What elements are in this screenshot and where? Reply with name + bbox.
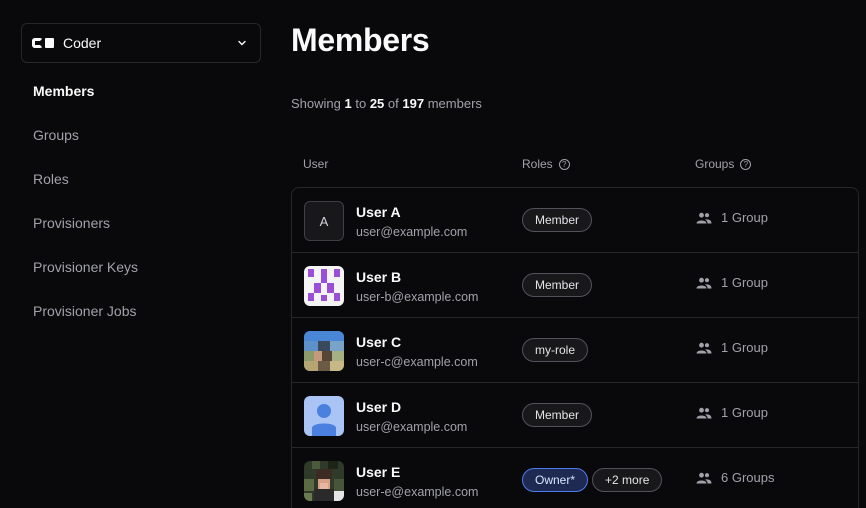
org-name: Coder [63, 35, 102, 51]
help-icon[interactable]: ? [740, 158, 752, 170]
sidebar-item-groups[interactable]: Groups [21, 113, 261, 157]
role-pill[interactable]: Member [522, 208, 593, 232]
column-header-user: User [303, 157, 329, 171]
org-selector[interactable]: Coder [21, 23, 261, 63]
sidebar-item-provisioners[interactable]: Provisioners [21, 201, 261, 245]
group-icon [696, 342, 712, 353]
table-row: User D user@example.com Member 1 Group [292, 383, 858, 448]
groups-cell[interactable]: 6 Groups [696, 470, 774, 485]
user-email: user-e@example.com [356, 485, 479, 499]
groups-count: 6 Groups [721, 470, 775, 485]
groups-count: 1 Group [721, 340, 768, 355]
group-icon [696, 472, 712, 483]
page-title: Members [291, 22, 430, 58]
members-table: A User A user@example.com Member 1 Group… [291, 187, 859, 508]
table-row: User C user-c@example.com my-role 1 Grou… [292, 318, 858, 383]
role-pill[interactable]: my-role [522, 338, 589, 362]
more-roles-pill[interactable]: +2 more [592, 468, 663, 492]
table-row: A User A user@example.com Member 1 Group [292, 188, 858, 253]
role-pill[interactable]: Member [522, 403, 593, 427]
help-icon[interactable]: ? [558, 158, 570, 170]
user-email: user-b@example.com [356, 290, 479, 304]
user-name: User D [356, 399, 402, 415]
coder-logo-icon [32, 38, 54, 48]
avatar [304, 396, 344, 436]
user-name: User E [356, 464, 401, 480]
groups-cell[interactable]: 1 Group [696, 275, 768, 290]
user-name: User C [356, 334, 402, 350]
avatar [304, 266, 344, 306]
user-name: User B [356, 269, 402, 285]
groups-count: 1 Group [721, 210, 768, 225]
pagination-summary: Showing 1 to 25 of 197 members [291, 96, 482, 111]
sidebar-item-provisioner-keys[interactable]: Provisioner Keys [21, 245, 261, 289]
table-row: User B user-b@example.com Member 1 Group [292, 253, 858, 318]
sidebar-item-roles[interactable]: Roles [21, 157, 261, 201]
groups-count: 1 Group [721, 275, 768, 290]
avatar [304, 331, 344, 371]
groups-cell[interactable]: 1 Group [696, 405, 768, 420]
chevron-down-icon [238, 40, 246, 46]
sidebar-item-provisioner-jobs[interactable]: Provisioner Jobs [21, 289, 261, 333]
sidebar-nav: Members Groups Roles Provisioners Provis… [21, 69, 261, 333]
user-email: user-c@example.com [356, 355, 478, 369]
avatar [304, 461, 344, 501]
role-pill-owner[interactable]: Owner* [522, 468, 589, 492]
column-header-roles: Roles? [522, 157, 570, 171]
group-icon [696, 277, 712, 288]
user-name: User A [356, 204, 401, 220]
avatar: A [304, 201, 344, 241]
role-pill[interactable]: Member [522, 273, 593, 297]
groups-cell[interactable]: 1 Group [696, 210, 768, 225]
sidebar-item-members[interactable]: Members [21, 69, 261, 113]
group-icon [696, 407, 712, 418]
group-icon [696, 212, 712, 223]
table-row: User E user-e@example.com Owner* +2 more… [292, 448, 858, 508]
column-header-groups: Groups? [695, 157, 752, 171]
groups-count: 1 Group [721, 405, 768, 420]
groups-cell[interactable]: 1 Group [696, 340, 768, 355]
user-email: user@example.com [356, 225, 468, 239]
user-email: user@example.com [356, 420, 468, 434]
